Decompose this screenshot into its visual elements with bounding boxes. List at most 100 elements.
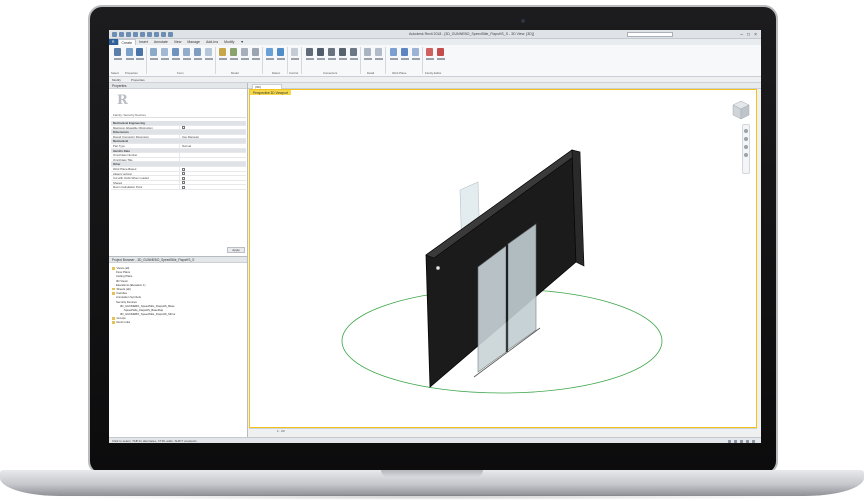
text-icon[interactable] xyxy=(161,32,166,37)
conduit-connector-icon xyxy=(350,48,357,56)
show-workplane-button[interactable] xyxy=(400,48,409,63)
browser-node[interactable]: Revit Links xyxy=(112,320,176,324)
viewer-button[interactable] xyxy=(411,48,420,63)
reference-plane-button[interactable] xyxy=(276,48,285,63)
group-model-label: Model xyxy=(231,71,239,75)
visibility-button[interactable] xyxy=(290,48,299,63)
electrical-connector-button[interactable] xyxy=(305,48,314,63)
load-into-project-button[interactable] xyxy=(425,48,434,63)
selection-pinned-icon[interactable] xyxy=(746,439,749,443)
visibility-icon xyxy=(291,48,298,56)
modify-button[interactable] xyxy=(113,48,122,63)
3d-viewport[interactable]: Perspective 3D Viewport xyxy=(249,89,757,428)
set-workplane-button[interactable] xyxy=(389,48,398,63)
folder-icon xyxy=(112,267,115,270)
glass-panel-left xyxy=(477,245,507,373)
close-button[interactable]: × xyxy=(754,32,757,38)
navigation-bar[interactable] xyxy=(742,124,750,174)
reference-line-button[interactable] xyxy=(265,48,274,63)
design-options-icon[interactable] xyxy=(734,439,737,443)
app-menu-icon[interactable] xyxy=(112,32,117,37)
model-text-button[interactable] xyxy=(240,48,249,63)
property-value[interactable]: Use Diameter xyxy=(179,134,246,139)
apply-button[interactable]: Apply xyxy=(227,247,245,253)
swept-blend-button[interactable] xyxy=(193,48,202,63)
conduit-connector-button[interactable] xyxy=(349,48,358,63)
maximize-button[interactable]: □ xyxy=(747,32,750,38)
zoom-icon[interactable] xyxy=(744,137,748,141)
property-value[interactable]: Normal xyxy=(179,143,246,148)
component-button[interactable] xyxy=(229,48,238,63)
property-key: Identity Data xyxy=(113,148,130,153)
properties-title: Properties xyxy=(109,83,247,89)
worksharing-icon[interactable] xyxy=(728,439,731,443)
duct-connector-button[interactable] xyxy=(316,48,325,63)
property-key: Mechanical Engineering xyxy=(113,121,146,125)
model-line-icon xyxy=(219,48,226,56)
property-checkbox[interactable] xyxy=(179,171,246,176)
family-types-icon xyxy=(126,48,133,56)
checkbox-icon[interactable] xyxy=(182,172,185,176)
measure-icon[interactable] xyxy=(154,32,159,37)
help-search-input[interactable] xyxy=(627,32,673,37)
blend-button[interactable] xyxy=(160,48,169,63)
property-checkbox[interactable] xyxy=(179,185,246,189)
property-value[interactable] xyxy=(179,157,246,162)
pipe-connector-button[interactable] xyxy=(327,48,336,63)
property-value[interactable] xyxy=(179,153,246,157)
blend-icon xyxy=(161,48,168,56)
void-forms-button[interactable] xyxy=(204,48,213,63)
detail-component-button[interactable] xyxy=(374,48,383,63)
steering-wheel-icon[interactable] xyxy=(744,129,748,133)
property-key: Cut with Voids When Loaded xyxy=(113,176,149,180)
revolve-icon xyxy=(172,48,179,56)
property-checkbox[interactable] xyxy=(179,125,246,130)
sweep-icon xyxy=(183,48,190,56)
folder-icon xyxy=(112,287,115,291)
family-types-button[interactable] xyxy=(125,48,134,63)
load-into-project-close-button[interactable] xyxy=(436,48,445,63)
cable-tray-connector-button[interactable] xyxy=(338,48,347,63)
extrusion-icon xyxy=(150,48,157,56)
selection-links-icon[interactable] xyxy=(740,439,743,443)
type-selector[interactable]: Family: Security Devices xyxy=(111,113,246,118)
checkbox-icon[interactable] xyxy=(182,176,185,180)
checkbox-icon[interactable] xyxy=(182,167,185,171)
pan-icon[interactable] xyxy=(744,145,748,149)
speedstile-model[interactable] xyxy=(250,90,758,429)
family-category-button[interactable] xyxy=(135,48,144,63)
component-icon xyxy=(230,48,237,56)
open-icon[interactable] xyxy=(119,32,124,37)
checkbox-icon[interactable] xyxy=(182,181,185,185)
view-control-bar[interactable]: 1 : 20 xyxy=(249,428,757,434)
undo-icon[interactable] xyxy=(133,32,138,37)
sweep-button[interactable] xyxy=(182,48,191,63)
orbit-icon[interactable] xyxy=(744,153,748,157)
project-browser: Project Browser - 3D_GUNNEBO_SpeedStile_… xyxy=(109,256,248,437)
save-icon[interactable] xyxy=(126,32,131,37)
swept-blend-icon xyxy=(194,48,201,56)
group-control-label: Control xyxy=(289,71,299,75)
3d-view-icon[interactable] xyxy=(168,32,173,37)
opening-button[interactable] xyxy=(251,48,260,63)
cursor-icon xyxy=(114,48,121,56)
redo-icon[interactable] xyxy=(140,32,145,37)
model-line-button[interactable] xyxy=(218,48,227,63)
ref-line-detail-button[interactable] xyxy=(363,48,372,63)
property-key: Round Connector Dimension xyxy=(113,134,149,139)
minimize-button[interactable]: – xyxy=(740,32,743,38)
viewcube-icon[interactable] xyxy=(732,100,750,122)
revolve-button[interactable] xyxy=(171,48,180,63)
checkbox-icon[interactable] xyxy=(182,126,185,130)
property-checkbox[interactable] xyxy=(179,166,246,171)
property-checkbox[interactable] xyxy=(179,180,246,185)
property-checkbox[interactable] xyxy=(179,176,246,180)
filter-icon[interactable] xyxy=(752,439,755,443)
laptop-shadow xyxy=(40,494,824,500)
checkbox-icon[interactable] xyxy=(182,186,185,189)
extrusion-button[interactable] xyxy=(149,48,158,63)
viewer-icon xyxy=(412,48,419,56)
print-icon[interactable] xyxy=(147,32,152,37)
property-key: Maximum Allowable Obstruction xyxy=(113,125,153,130)
property-key: OmniClass Number xyxy=(113,153,138,157)
